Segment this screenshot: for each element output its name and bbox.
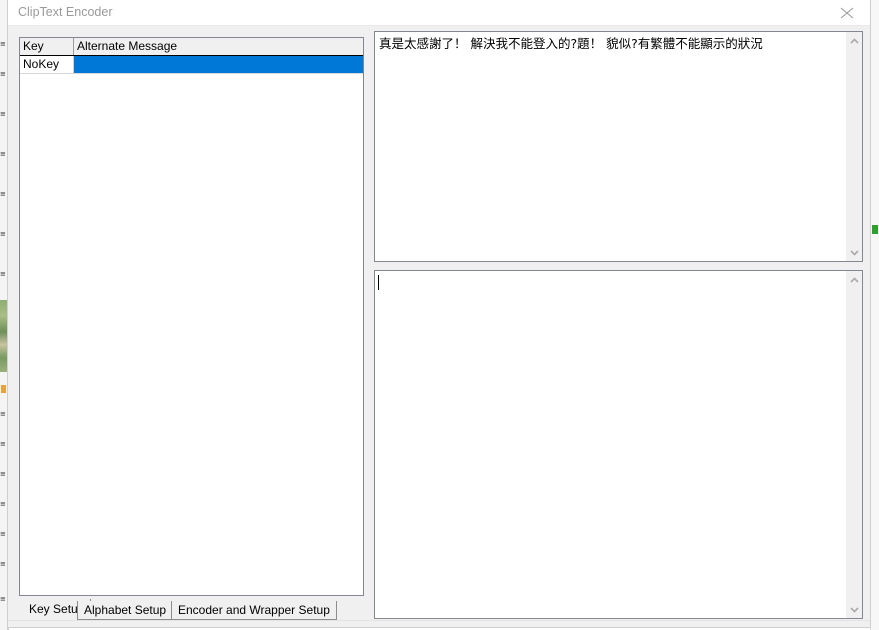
window-title: ClipText Encoder xyxy=(18,5,113,19)
column-header-alternate-message[interactable]: Alternate Message xyxy=(74,38,363,55)
tab-alphabet-setup[interactable]: Alphabet Setup xyxy=(77,601,174,620)
chevron-down-icon xyxy=(850,250,859,256)
table-row[interactable]: NoKey xyxy=(20,56,363,74)
scroll-track[interactable] xyxy=(846,49,862,244)
cell-key[interactable]: NoKey xyxy=(20,56,74,74)
close-icon xyxy=(840,7,854,19)
tab-strip: Key Setup Alphabet Setup Encoder and Wra… xyxy=(15,599,367,621)
background-orange-icon xyxy=(1,385,6,393)
plain-text-area[interactable]: 真是太感謝了！ 解決我不能登入的?題！ 貌似?有繁體不能顯示的狀況 xyxy=(375,32,845,261)
window-bottom-edge xyxy=(8,620,870,627)
encoded-text-scrollbar[interactable] xyxy=(845,271,862,618)
encoded-text-panel[interactable] xyxy=(374,270,863,619)
column-header-key[interactable]: Key xyxy=(20,38,74,55)
close-button[interactable] xyxy=(824,0,870,25)
key-setup-page: Key Alternate Message NoKey xyxy=(15,28,367,599)
grid-new-row-placeholder[interactable] xyxy=(20,74,363,92)
encoded-text-area[interactable] xyxy=(375,271,845,618)
plain-text-scrollbar[interactable] xyxy=(845,32,862,261)
chevron-down-icon xyxy=(850,607,859,613)
key-grid-header: Key Alternate Message xyxy=(20,38,363,56)
client-area: Key Alternate Message NoKey Key Setup Al… xyxy=(8,26,870,627)
plain-text-panel[interactable]: 真是太感謝了！ 解決我不能登入的?題！ 貌似?有繁體不能顯示的狀況 xyxy=(374,31,863,262)
chevron-up-icon xyxy=(850,277,859,283)
scroll-track[interactable] xyxy=(846,288,862,601)
key-grid[interactable]: Key Alternate Message NoKey xyxy=(19,37,364,596)
cliptext-encoder-window: ClipText Encoder Key Alternate Message N… xyxy=(7,0,871,628)
scroll-down-button[interactable] xyxy=(846,244,862,261)
tab-encoder-and-wrapper-setup[interactable]: Encoder and Wrapper Setup xyxy=(171,601,337,620)
scroll-down-button[interactable] xyxy=(846,601,862,618)
chevron-up-icon xyxy=(850,38,859,44)
background-green-icon xyxy=(872,225,878,234)
background-window-right-sliver xyxy=(870,0,879,630)
cell-alternate-message-selected[interactable] xyxy=(73,56,363,74)
title-bar[interactable]: ClipText Encoder xyxy=(8,0,870,26)
scroll-up-button[interactable] xyxy=(846,32,862,49)
left-tab-panel: Key Alternate Message NoKey Key Setup Al… xyxy=(15,28,367,622)
scroll-up-button[interactable] xyxy=(846,271,862,288)
